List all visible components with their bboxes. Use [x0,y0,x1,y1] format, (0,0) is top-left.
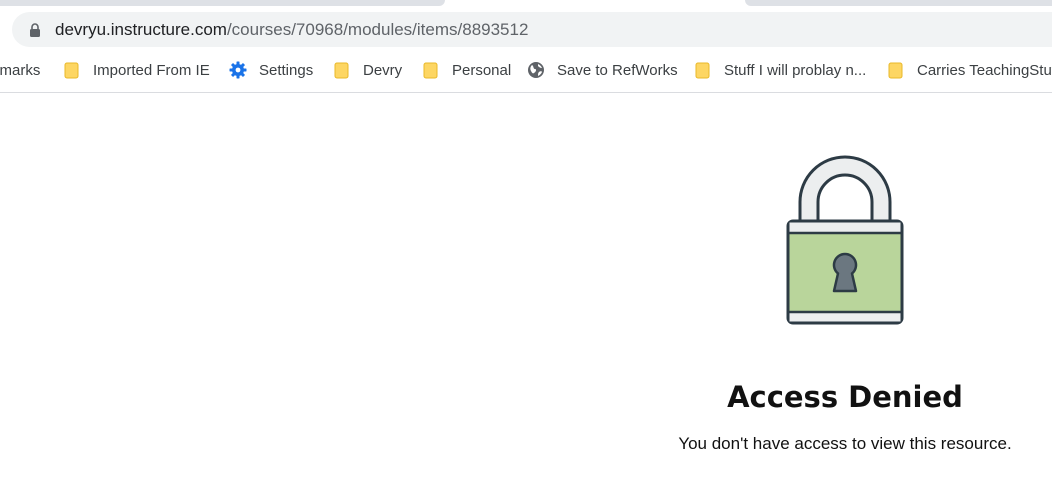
page-title: Access Denied [727,380,963,414]
bookmark-label: Save to RefWorks [557,61,678,79]
folder-icon [423,62,438,79]
bookmark-save-to-refworks[interactable]: Save to RefWorks [527,54,678,86]
url-text[interactable]: devryu.instructure.com/courses/70968/mod… [55,20,528,40]
url-host: devryu.instructure.com [55,20,227,39]
bookmark-devry[interactable]: Devry [333,54,402,86]
gear-icon [229,61,247,79]
bookmark-settings[interactable]: Settings [229,54,313,86]
bookmark-label: Stuff I will problay n... [724,61,867,79]
folder-icon [888,62,903,79]
bookmark-personal[interactable]: Personal [422,54,511,86]
url-path: /courses/70968/modules/items/8893512 [226,20,529,39]
bookmark-stuff-i-will-problay[interactable]: Stuff I will problay n... [694,54,866,86]
access-message: You don't have access to view this resou… [678,434,1012,453]
folder-icon [695,62,710,79]
bookmark-label: Carries TeachingStuff [917,61,1052,79]
folder-icon [64,62,79,79]
address-bar[interactable]: devryu.instructure.com/courses/70968/mod… [12,12,1052,47]
folder-icon [334,62,349,79]
toolbar-divider [0,92,1052,93]
padlock-icon [786,155,904,325]
bookmark-label: Devry [363,61,403,79]
tab-strip[interactable] [0,0,445,6]
browser-chrome: devryu.instructure.com/courses/70968/mod… [0,0,1052,93]
bookmark-label: Imported From IE [93,61,210,79]
bookmark-label: kmarks [0,61,41,79]
bookmark-label: Settings [259,61,314,79]
bookmark-carries-teachingstuff[interactable]: Carries TeachingStuff [887,54,1052,86]
tab-strip[interactable] [745,0,1052,6]
lock-icon[interactable] [29,23,41,37]
globe-icon [528,62,544,78]
bookmark-imported-from-ie[interactable]: Imported From IE [63,54,210,86]
bookmark-label: Personal [452,61,512,79]
bookmark-all-bookmarks[interactable]: kmarks [0,54,40,86]
bookmarks-bar: kmarks Imported From IE [0,54,1052,86]
